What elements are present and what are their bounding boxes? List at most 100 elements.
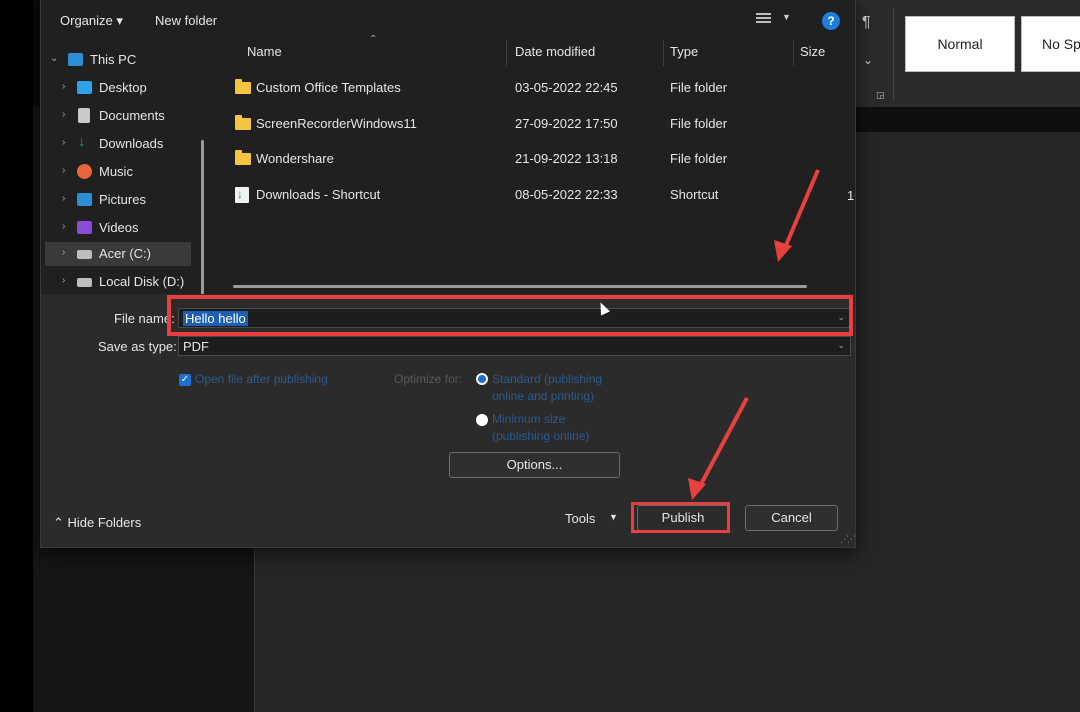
save-as-type-select[interactable]: PDF ⌄ [178,336,851,356]
music-icon [77,164,92,179]
sidebar-item-videos[interactable]: › Videos [41,216,213,240]
chevron-right-icon[interactable]: › [62,275,65,286]
sidebar-item-label: Local Disk (D:) [99,274,185,289]
column-separator[interactable] [663,40,664,66]
column-header-type[interactable]: Type [670,44,698,59]
column-header-size[interactable]: Size [800,44,825,59]
file-list: ⌃ Name Date modified Type Size Custom Of… [213,32,855,294]
sidebar-item-acer-c[interactable]: › Acer (C:) [45,242,191,266]
file-type: File folder [670,116,728,131]
chevron-down-icon[interactable]: ▼ [782,12,791,22]
chevron-right-icon[interactable]: › [62,221,65,232]
chevron-right-icon[interactable]: › [62,109,65,120]
horizontal-scrollbar[interactable] [233,285,807,288]
chevron-down-icon[interactable]: ⌄ [863,53,873,67]
documents-icon [78,108,90,123]
table-row[interactable]: Downloads - Shortcut 08-05-2022 22:33 Sh… [213,180,853,210]
help-icon[interactable]: ? [822,12,840,30]
sidebar-item-label: Downloads [99,136,164,151]
column-separator[interactable] [506,40,507,66]
chevron-right-icon[interactable]: › [62,247,65,258]
options-button[interactable]: Options... [449,452,620,478]
desktop-icon [77,81,92,94]
nav-scrollbar[interactable] [201,140,204,296]
chevron-down-icon[interactable]: ⌄ [837,340,845,351]
highlight-publish [631,502,730,533]
ribbon-bottom-strip [855,107,1080,132]
file-type: Shortcut [670,187,719,202]
highlight-file-name [167,295,853,336]
file-date: 08-05-2022 22:33 [515,187,618,202]
downloads-icon: ↓ [78,133,86,150]
new-folder-button[interactable]: New folder [155,13,217,28]
column-separator[interactable] [793,40,794,66]
hide-folders-button[interactable]: ⌃ Hide Folders [53,515,141,531]
file-type: File folder [670,151,728,166]
sidebar-item-label: Acer (C:) [99,246,151,261]
sidebar-item-documents[interactable]: › Documents [41,104,213,128]
navigation-pane: ⌄ This PC › Desktop › Documents › ↓ Down… [41,40,213,296]
videos-icon [77,221,92,234]
optimize-minimum-label-2: (publishing online) [492,429,590,443]
optimize-minimum-label-1: Minimum size [492,412,566,426]
table-row[interactable]: ScreenRecorderWindows11 27-09-2022 17:50… [213,109,853,139]
resize-grip-icon[interactable]: ⋰⋰ [840,534,855,545]
optimize-standard-label-2: online and printing) [492,389,595,403]
table-row[interactable]: Custom Office Templates 03-05-2022 22:45… [213,73,853,103]
chevron-right-icon[interactable]: › [62,193,65,204]
sidebar-item-downloads[interactable]: › ↓ Downloads [41,132,213,156]
sidebar-item-label: Pictures [99,192,146,207]
dialog-launcher-icon[interactable]: ◲ [876,90,885,101]
drive-icon [77,250,92,259]
folder-icon [235,150,251,165]
sidebar-item-pictures[interactable]: › Pictures [41,188,213,212]
cancel-button[interactable]: Cancel [745,505,838,531]
view-options-icon[interactable] [756,13,771,27]
column-header-date-modified[interactable]: Date modified [515,44,595,59]
open-after-checkbox[interactable]: ✓ [179,374,191,386]
style-normal[interactable]: Normal [905,16,1015,72]
optimize-standard-label-1: Standard (publishing [492,372,603,386]
sidebar-item-label: This PC [90,52,137,67]
chevron-right-icon[interactable]: › [62,137,65,148]
column-header-name[interactable]: Name [247,44,282,59]
open-after-label: Open file after publishing [195,372,328,386]
show-formatting-icon[interactable]: ¶ [862,14,871,32]
ribbon-divider [893,8,894,100]
pictures-icon [77,193,92,206]
style-no-spacing[interactable]: No Spa [1021,16,1080,72]
file-type: File folder [670,80,728,95]
chevron-right-icon[interactable]: › [62,165,65,176]
file-name: Wondershare [256,151,334,166]
sidebar-item-desktop[interactable]: › Desktop [41,76,213,100]
optimize-minimum-radio[interactable] [476,414,488,426]
file-date: 03-05-2022 22:45 [515,80,618,95]
chevron-down-icon[interactable]: ⌄ [50,53,58,64]
table-row[interactable]: Wondershare 21-09-2022 13:18 File folder [213,144,853,174]
optimize-for-label: Optimize for: [394,372,463,386]
folder-icon [235,115,251,130]
pc-icon [68,53,83,66]
shortcut-icon [235,187,249,203]
file-size-partial: 1 [847,188,855,203]
sidebar-item-local-disk-d[interactable]: › Local Disk (D:) [41,270,213,294]
publish-as-pdf-dialog: Organize ▾ New folder ▼ ? ⌄ This PC › De… [40,0,856,548]
chevron-down-icon[interactable]: ▼ [609,512,618,522]
sort-ascending-icon: ⌃ [369,34,378,45]
organize-button[interactable]: Organize ▾ [60,13,123,29]
optimize-standard-radio[interactable] [476,373,488,385]
chevron-right-icon[interactable]: › [62,81,65,92]
sidebar-item-label: Desktop [99,80,147,95]
file-name: Custom Office Templates [256,80,401,95]
drive-icon [77,278,92,287]
sidebar-item-label: Videos [99,220,139,235]
file-name-label: File name: [114,311,175,326]
file-name: Downloads - Shortcut [256,187,381,202]
save-as-type-label: Save as type: [98,339,177,354]
folder-icon [235,79,251,94]
file-name: ScreenRecorderWindows11 [256,116,417,131]
save-as-type-value: PDF [183,339,209,354]
sidebar-item-this-pc[interactable]: ⌄ This PC [41,48,213,72]
tools-button[interactable]: Tools [565,511,595,526]
sidebar-item-music[interactable]: › Music [41,160,213,184]
